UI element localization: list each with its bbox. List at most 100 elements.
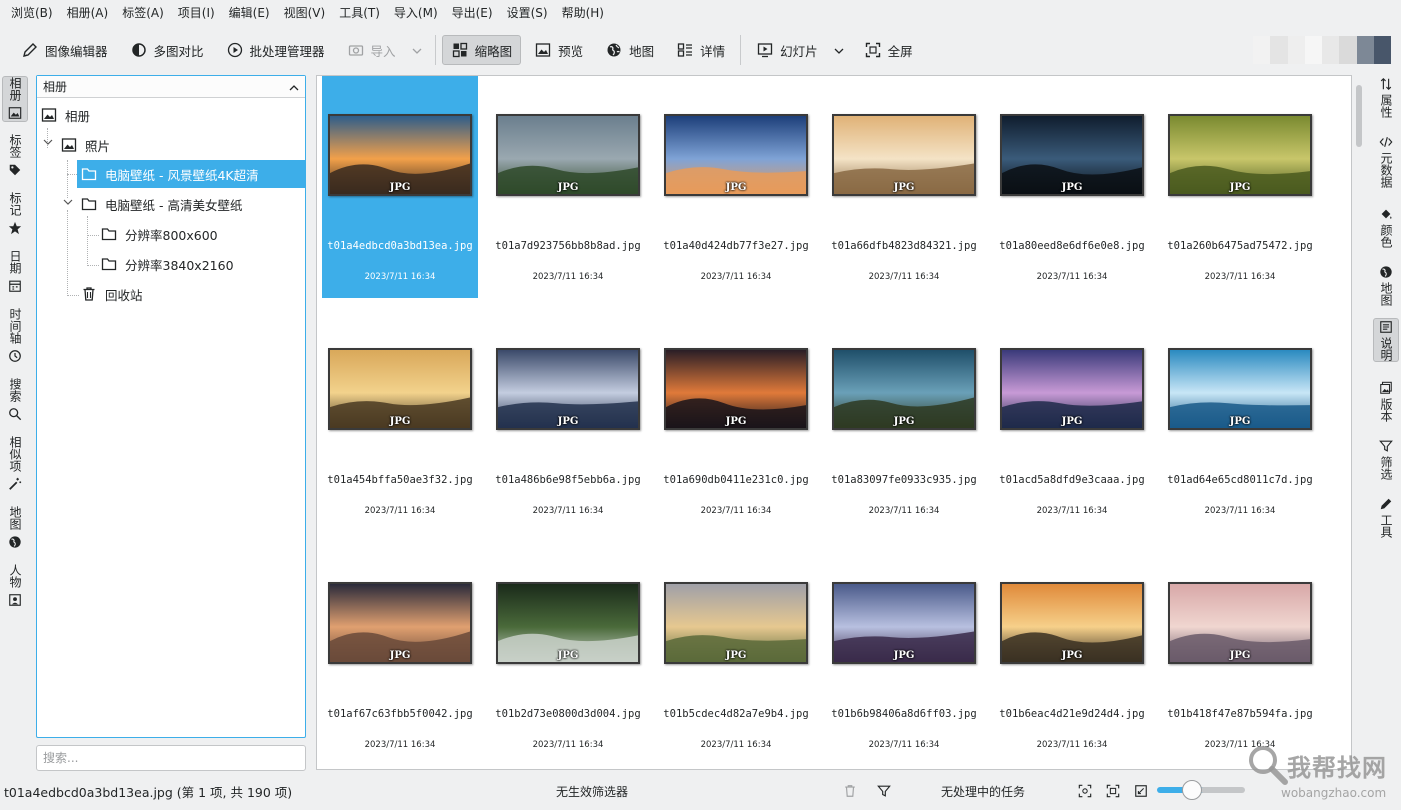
menu-tag[interactable]: 标签(A)	[115, 2, 171, 24]
expand-arrow-icon[interactable]	[63, 198, 73, 208]
filter-icon[interactable]	[876, 783, 892, 799]
right-tab-filters[interactable]: 筛选	[1373, 438, 1399, 480]
thumbnail-item[interactable]: JPG t01a486b6e98f5ebb6a.jpg 2023/7/11 16:3…	[490, 310, 646, 532]
menu-edit[interactable]: 编辑(E)	[222, 2, 277, 24]
menu-tools[interactable]: 工具(T)	[332, 2, 387, 24]
tree-item-landscape-wallpapers[interactable]: 电脑壁纸 - 风景壁纸4K超清	[77, 160, 305, 188]
left-tab-similarity[interactable]: 相似项	[2, 436, 28, 492]
zoom-slider-track[interactable]	[1200, 787, 1245, 793]
thumbnail-image[interactable]: JPG	[1168, 348, 1312, 430]
import-button[interactable]: 导入	[338, 35, 405, 65]
thumbnail-grid[interactable]: JPG t01a4edbcd0a3bd13ea.jpg 2023/7/11 16:3…	[316, 75, 1352, 770]
zoom-slider-handle[interactable]	[1182, 780, 1202, 800]
right-tab-versions[interactable]: 版本	[1373, 380, 1399, 422]
map-view-button[interactable]: 地图	[596, 35, 663, 65]
thumbnail-item[interactable]: JPG t01a83097fe0933c935.jpg 2023/7/11 16:3…	[826, 310, 982, 532]
slideshow-button[interactable]: 幻灯片	[747, 35, 827, 65]
thumbnail-image[interactable]: JPG	[664, 582, 808, 664]
left-tab-search[interactable]: 搜索	[2, 378, 28, 422]
pencil-icon	[1378, 496, 1394, 512]
thumbnail-image[interactable]: JPG	[1000, 348, 1144, 430]
menu-browse[interactable]: 浏览(B)	[4, 2, 60, 24]
menu-help[interactable]: 帮助(H)	[555, 2, 611, 24]
thumbnail-image[interactable]: JPG	[1168, 582, 1312, 664]
thumbnail-image[interactable]: JPG	[496, 114, 640, 196]
light-table-button[interactable]: 多图对比	[121, 35, 213, 65]
thumbnail-item[interactable]: JPG t01a260b6475ad75472.jpg 2023/7/11 16:3…	[1162, 76, 1318, 298]
thumbnail-image[interactable]: JPG	[1000, 114, 1144, 196]
zoom-fit-icon[interactable]	[1077, 783, 1093, 799]
menu-import[interactable]: 导入(M)	[387, 2, 445, 24]
left-tab-people[interactable]: 人物	[2, 564, 28, 608]
thumbnail-item[interactable]: JPG t01b5cdec4d82a7e9b4.jpg 2023/7/11 16:3…	[658, 544, 814, 766]
thumbnail-image[interactable]: JPG	[328, 114, 472, 196]
left-tab-map[interactable]: 地图	[2, 506, 28, 550]
thumbnail-item[interactable]: JPG t01b2d73e0800d3d004.jpg 2023/7/11 16:3…	[490, 544, 646, 766]
thumbnail-item[interactable]: JPG t01b6b98406a8d6ff03.jpg 2023/7/11 16:3…	[826, 544, 982, 766]
zoom-out-icon[interactable]	[1133, 783, 1149, 799]
thumbnail-image[interactable]: JPG	[496, 348, 640, 430]
tree-item-label: 相册	[65, 108, 91, 124]
thumbnail-item[interactable]: JPG t01acd5a8dfd9e3caaa.jpg 2023/7/11 16:3…	[994, 310, 1150, 532]
thumbnail-image[interactable]: JPG	[832, 582, 976, 664]
left-tab-albums[interactable]: 相册	[2, 76, 28, 122]
left-tab-tags[interactable]: 标签	[2, 134, 28, 178]
slideshow-dropdown[interactable]	[831, 35, 847, 65]
thumbnail-image[interactable]: JPG	[1000, 582, 1144, 664]
expand-arrow-icon[interactable]	[43, 138, 53, 148]
thumbnail-image[interactable]: JPG	[328, 348, 472, 430]
thumbnail-image[interactable]: JPG	[1168, 114, 1312, 196]
tree-item-photos[interactable]: 照片	[61, 131, 305, 159]
right-tab-colors[interactable]: 颜色	[1373, 206, 1399, 248]
album-search-input[interactable]	[36, 745, 306, 771]
tree-item-trash[interactable]: 回收站	[81, 280, 305, 308]
right-tab-tools[interactable]: 工具	[1373, 496, 1399, 538]
thumbnail-image[interactable]: JPG	[496, 582, 640, 664]
thumbnail-item[interactable]: JPG t01b418f47e87b594fa.jpg 2023/7/11 16:3…	[1162, 544, 1318, 766]
right-tab-metadata[interactable]: 元数据	[1373, 134, 1399, 188]
menu-album[interactable]: 相册(A)	[60, 2, 116, 24]
thumbnail-item[interactable]: JPG t01a40d424db77f3e27.jpg 2023/7/11 16:3…	[658, 76, 814, 298]
tree-item-beauty-wallpapers[interactable]: 电脑壁纸 - 高清美女壁纸	[81, 190, 305, 218]
image-editor-button[interactable]: 图像编辑器	[12, 35, 117, 65]
thumbnail-image[interactable]: JPG	[328, 582, 472, 664]
thumbnail-item[interactable]: JPG t01a454bffa50ae3f32.jpg 2023/7/11 16:3…	[322, 310, 478, 532]
batch-queue-button[interactable]: 批处理管理器	[217, 35, 334, 65]
vertical-scrollbar[interactable]	[1352, 75, 1366, 770]
right-tab-properties[interactable]: 属性	[1373, 76, 1399, 118]
thumbnail-image[interactable]: JPG	[832, 348, 976, 430]
tree-item-resolution-3840x2160[interactable]: 分辨率3840x2160	[101, 250, 305, 278]
menu-item[interactable]: 项目(I)	[171, 2, 222, 24]
thumbnail-item[interactable]: JPG t01a80eed8e6df6e0e8.jpg 2023/7/11 16:3…	[994, 76, 1150, 298]
thumbnail-image[interactable]: JPG	[664, 348, 808, 430]
thumbnail-item[interactable]: JPG t01a4edbcd0a3bd13ea.jpg 2023/7/11 16:3…	[322, 76, 478, 298]
left-tab-labels[interactable]: 标记	[2, 192, 28, 236]
preview-view-button[interactable]: 预览	[525, 35, 592, 65]
chevron-up-icon[interactable]	[289, 80, 299, 94]
right-tab-captions[interactable]: 说明	[1373, 318, 1399, 362]
thumbnail-item[interactable]: JPG t01b6eac4d21e9d24d4.jpg 2023/7/11 16:3…	[994, 544, 1150, 766]
thumbnail-image[interactable]: JPG	[832, 114, 976, 196]
thumbnail-item[interactable]: JPG t01a690db0411e231c0.jpg 2023/7/11 16:3…	[658, 310, 814, 532]
thumbnail-item[interactable]: JPG t01ad64e65cd8011c7d.jpg 2023/7/11 16:3…	[1162, 310, 1318, 532]
scrollbar-handle[interactable]	[1356, 85, 1362, 147]
left-tab-dates[interactable]: 日期	[2, 250, 28, 294]
thumbnail-item[interactable]: JPG t01af67c63fbb5f0042.jpg 2023/7/11 16:3…	[322, 544, 478, 766]
right-tab-map[interactable]: 地图	[1373, 264, 1399, 306]
menu-export[interactable]: 导出(E)	[445, 2, 500, 24]
thumbnail-image[interactable]: JPG	[664, 114, 808, 196]
album-panel-header[interactable]: 相册	[37, 76, 305, 98]
trash-icon[interactable]	[842, 783, 858, 799]
thumbnails-view-button[interactable]: 缩略图	[441, 35, 522, 65]
import-dropdown[interactable]	[409, 35, 425, 65]
tree-item-albums-root[interactable]: 相册	[41, 101, 305, 129]
thumbnail-item[interactable]: JPG t01a7d923756bb8b8ad.jpg 2023/7/11 16:3…	[490, 76, 646, 298]
tree-item-resolution-800x600[interactable]: 分辨率800x600	[101, 220, 305, 248]
details-view-button[interactable]: 详情	[667, 35, 734, 65]
fullscreen-button[interactable]: 全屏	[855, 35, 922, 65]
thumbnail-item[interactable]: JPG t01a66dfb4823d84321.jpg 2023/7/11 16:3…	[826, 76, 982, 298]
menu-view[interactable]: 视图(V)	[277, 2, 333, 24]
left-tab-timeline[interactable]: 时间轴	[2, 308, 28, 364]
zoom-actual-icon[interactable]	[1105, 783, 1121, 799]
menu-settings[interactable]: 设置(S)	[500, 2, 555, 24]
